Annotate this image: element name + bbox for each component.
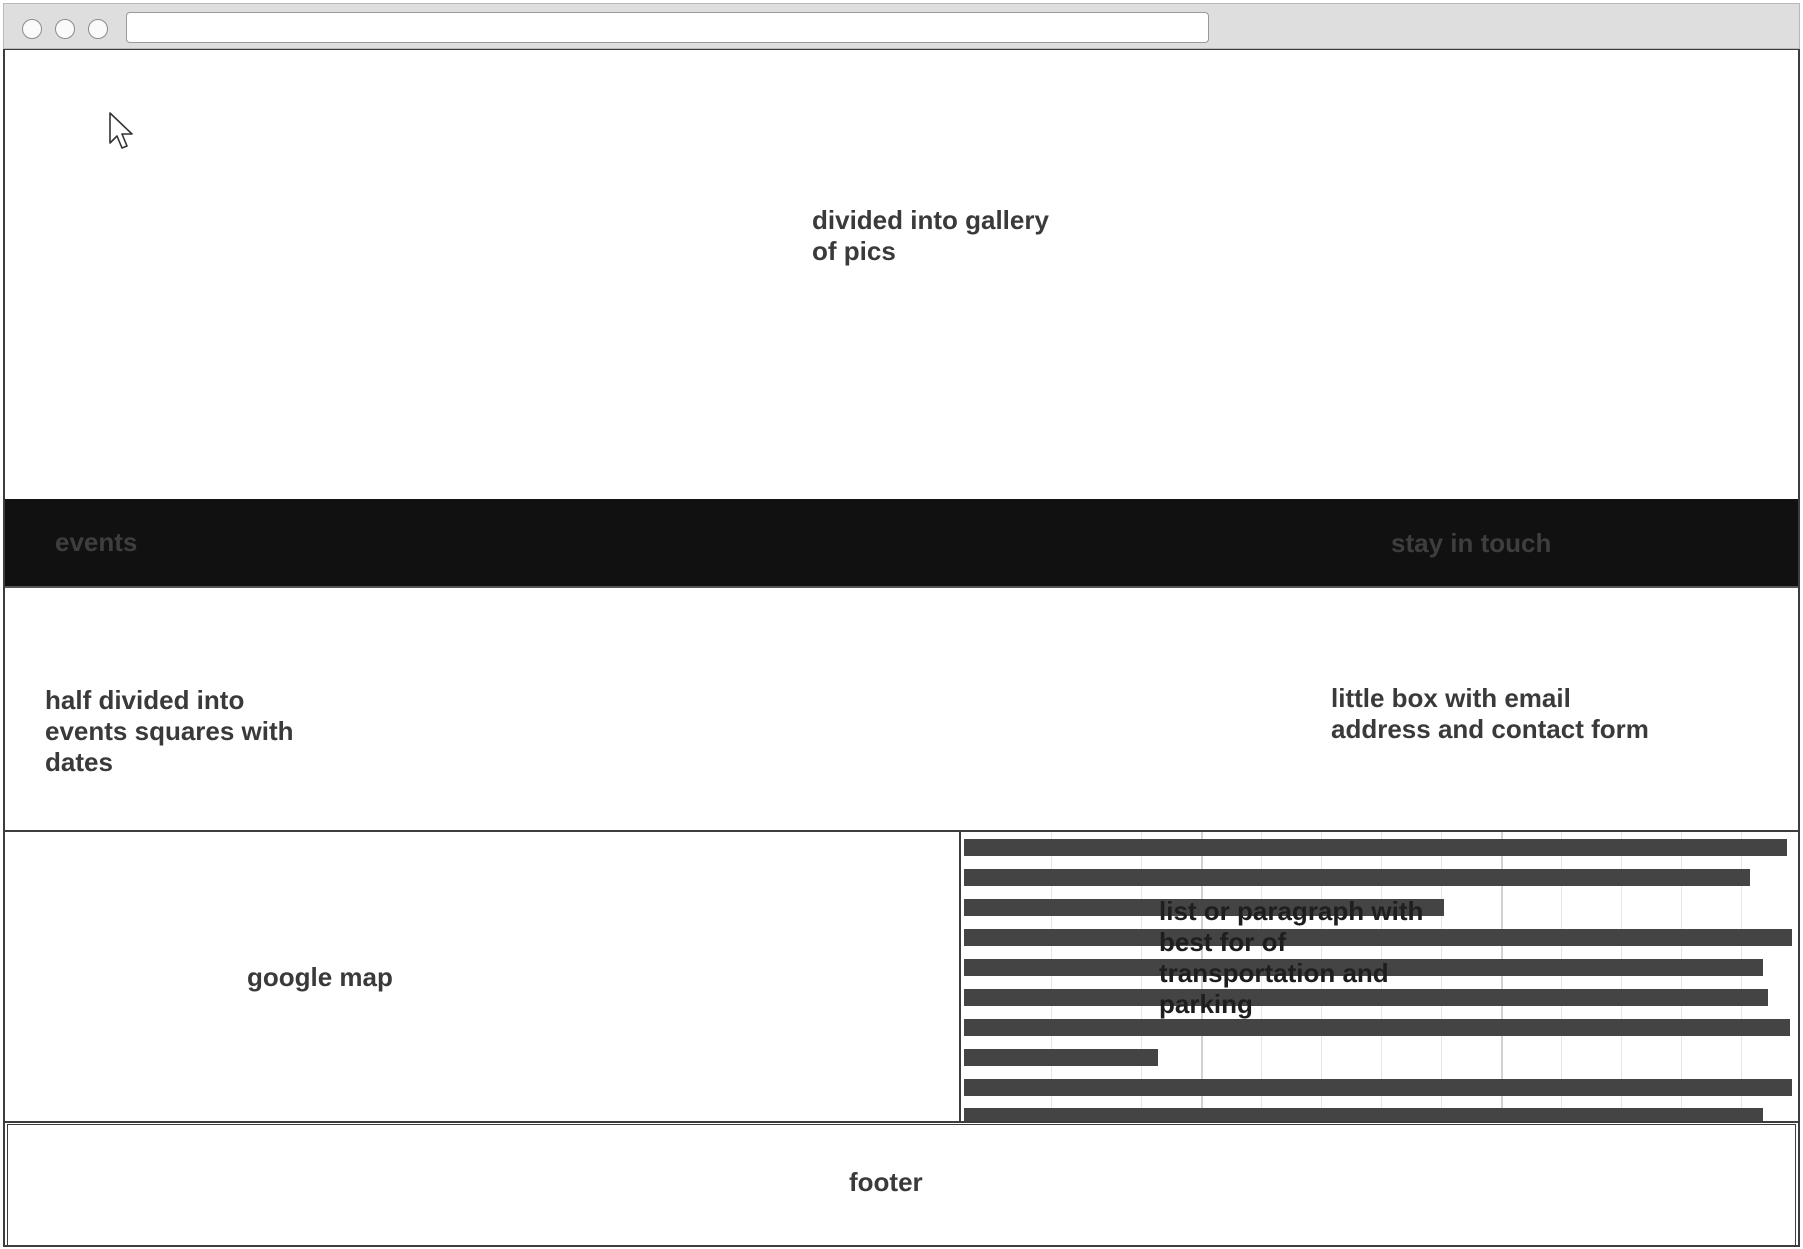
footer-label: footer — [849, 1167, 923, 1197]
address-bar[interactable] — [126, 12, 1209, 43]
events-contact-section: half divided into events squares with da… — [5, 588, 1798, 832]
stay-in-touch-heading[interactable]: stay in touch — [1391, 528, 1551, 559]
section-header-bar: events stay in touch — [5, 499, 1798, 588]
events-note: half divided into events squares with da… — [45, 685, 294, 777]
hero-gallery-note: divided into gallery of pics — [812, 205, 1049, 266]
footer-section: footer — [7, 1124, 1796, 1246]
transport-note: list or paragraph with best for of trans… — [1159, 896, 1424, 1019]
text-line-placeholder — [964, 1108, 1763, 1121]
text-line-placeholder — [964, 839, 1787, 856]
contact-note: little box with email address and contac… — [1331, 683, 1649, 744]
browser-chrome — [3, 3, 1800, 49]
hero-gallery-section: divided into gallery of pics — [5, 50, 1798, 501]
window-maximize-icon[interactable] — [88, 19, 108, 39]
text-line-placeholder — [964, 1079, 1792, 1096]
window-close-icon[interactable] — [22, 19, 42, 39]
mouse-pointer-icon — [109, 112, 133, 149]
text-line-placeholder — [964, 1019, 1790, 1036]
text-line-placeholder — [964, 1049, 1158, 1066]
window-minimize-icon[interactable] — [55, 19, 75, 39]
google-map-placeholder[interactable]: google map — [5, 832, 961, 1123]
google-map-label: google map — [247, 962, 393, 992]
text-line-placeholder — [964, 869, 1750, 886]
events-heading[interactable]: events — [55, 527, 137, 558]
transport-list-placeholder: list or paragraph with best for of trans… — [961, 832, 1798, 1123]
page-wireframe: divided into gallery of pics events stay… — [3, 49, 1800, 1247]
